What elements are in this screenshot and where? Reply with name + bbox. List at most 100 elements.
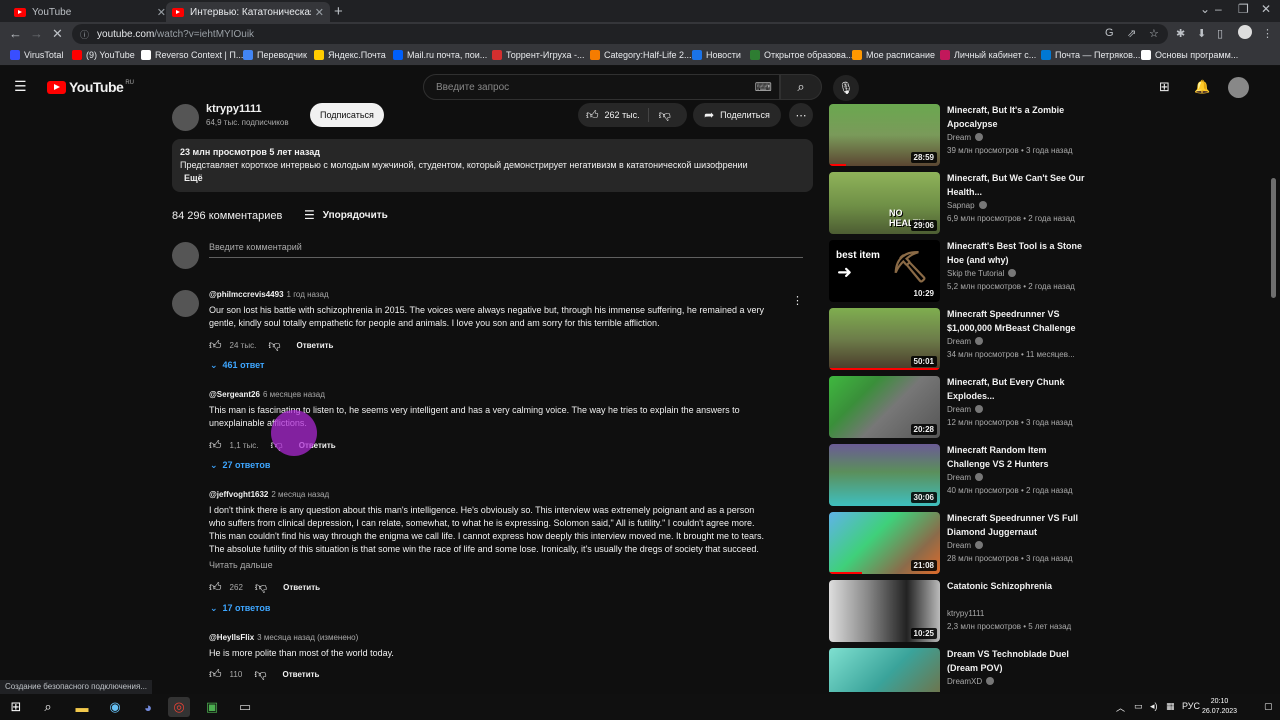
video-thumbnail[interactable] — [829, 648, 940, 692]
page-scrollbar[interactable] — [1271, 178, 1276, 298]
video-thumbnail[interactable]: best item ➜ ⛏ 10:29 — [829, 240, 940, 302]
profile-avatar[interactable] — [1238, 25, 1252, 39]
comment-time[interactable]: 6 месяцев назад — [263, 390, 325, 399]
video-title[interactable]: Minecraft, But It's a Zombie Apocalypse — [947, 104, 1087, 131]
read-more-link[interactable]: Читать дальше — [209, 560, 273, 570]
discord-icon[interactable]: ◕ — [137, 697, 159, 717]
bookmark-item[interactable]: Личный кабинет с... — [940, 50, 1036, 60]
video-channel[interactable]: Skip the Tutorial — [947, 269, 1017, 278]
new-tab-button[interactable]: + — [334, 3, 343, 20]
bookmark-item[interactable]: Новости — [692, 50, 741, 60]
recommended-video[interactable]: 30:06 Minecraft Random Item Challenge VS… — [829, 444, 1279, 506]
bookmark-item[interactable]: Category:Half-Life 2... — [590, 50, 692, 60]
guide-menu-icon[interactable]: ☰ — [14, 78, 27, 95]
add-comment-input[interactable]: Введите комментарий — [209, 242, 803, 258]
video-thumbnail[interactable]: 21:08 — [829, 512, 940, 574]
comment-menu-icon[interactable]: ⋮ — [792, 294, 803, 307]
view-replies-button[interactable]: ⌄ 27 ответов — [210, 460, 270, 471]
comment-avatar[interactable] — [172, 290, 199, 317]
video-title[interactable]: Minecraft, But We Can't See Our Health..… — [947, 172, 1087, 199]
recommended-video[interactable]: 50:01 Minecraft Speedrunner VS $1,000,00… — [829, 308, 1279, 370]
thumbs-up-icon[interactable]: 👍︎ — [209, 438, 222, 453]
video-title[interactable]: Minecraft Random Item Challenge VS 2 Hun… — [947, 444, 1087, 471]
reply-button[interactable]: Ответить — [283, 583, 320, 592]
share-page-icon[interactable]: ⇗ — [1127, 27, 1136, 40]
notifications-bell-icon[interactable]: 🔔 — [1194, 79, 1210, 95]
keyboard-icon[interactable]: ⌨ — [755, 80, 772, 94]
video-channel[interactable]: ktrypy1111 — [947, 609, 984, 618]
recommended-video[interactable]: 20:28 Minecraft, But Every Chunk Explode… — [829, 376, 1279, 438]
tray-overflow-icon[interactable]: ︿ — [1116, 701, 1125, 714]
recommended-video[interactable]: NO HEALTH 29:06 Minecraft, But We Can't … — [829, 172, 1279, 234]
youtube-logo[interactable]: YouTube RU — [47, 79, 134, 95]
back-button[interactable]: ← — [9, 26, 22, 41]
network-icon[interactable]: ▭ — [1134, 701, 1143, 712]
thumbs-up-icon[interactable]: 👍︎ — [209, 338, 222, 353]
video-thumbnail[interactable]: 20:28 — [829, 376, 940, 438]
video-title[interactable]: Minecraft Speedrunner VS Full Diamond Ju… — [947, 512, 1087, 539]
video-title[interactable]: Catatonic Schizophrenia — [947, 580, 1087, 594]
keyboard-layout-icon[interactable]: ▦ — [1166, 701, 1175, 712]
video-thumbnail[interactable]: NO HEALTH 29:06 — [829, 172, 940, 234]
comment-time[interactable]: 2 месяца назад — [271, 490, 329, 499]
video-thumbnail[interactable]: 10:25 — [829, 580, 940, 642]
bookmark-item[interactable]: Торрент-Игруха -... — [492, 50, 584, 60]
show-more-link[interactable]: Ещё — [180, 172, 805, 185]
bookmark-item[interactable]: Основы программ... — [1141, 50, 1238, 60]
input-language[interactable]: РУС — [1182, 701, 1200, 711]
comment-author[interactable]: @Sergeant26 — [209, 390, 260, 399]
create-video-icon[interactable]: ⊞ — [1159, 79, 1170, 95]
video-title[interactable]: Dream VS Technoblade Duel (Dream POV) — [947, 648, 1087, 675]
comment-time[interactable]: 3 месяца назад (изменено) — [257, 633, 358, 642]
bookmark-item[interactable]: (9) YouTube — [72, 50, 135, 60]
site-info-icon[interactable]: ⓘ — [80, 28, 89, 41]
forward-button[interactable]: → — [30, 26, 43, 41]
recommended-video[interactable]: 10:25 Catatonic Schizophrenia ktrypy1111… — [829, 580, 1279, 642]
comment-author[interactable]: @philmccrevis4493 — [209, 290, 284, 299]
recommended-video[interactable]: best item ➜ ⛏ 10:29 Minecraft's Best Too… — [829, 240, 1279, 302]
comment-author[interactable]: @jeffvoght1632 — [209, 490, 268, 499]
channel-name[interactable]: ktrypy1111 — [206, 103, 262, 115]
comment-time[interactable]: 1 год назад — [287, 290, 329, 299]
more-actions-button[interactable]: ⋯ — [789, 103, 813, 127]
view-replies-button[interactable]: ⌄ 461 ответ — [210, 360, 264, 371]
side-panel-icon[interactable]: ▯ — [1217, 27, 1223, 40]
video-thumbnail[interactable]: 28:59 — [829, 104, 940, 166]
maximize-button[interactable]: ❐ — [1238, 2, 1249, 16]
like-button[interactable]: 👍︎ 262 тыс. — [578, 108, 649, 122]
video-thumbnail[interactable]: 30:06 — [829, 444, 940, 506]
recommended-video[interactable]: 21:08 Minecraft Speedrunner VS Full Diam… — [829, 512, 1279, 574]
video-title[interactable]: Minecraft Speedrunner VS $1,000,000 MrBe… — [947, 308, 1087, 335]
video-channel[interactable]: Dream — [947, 473, 984, 482]
system-clock[interactable]: 20:10 26.07.2023 — [1202, 697, 1237, 717]
browser-menu-icon[interactable]: ⋮ — [1262, 27, 1273, 40]
view-replies-button[interactable]: ⌄ 17 ответов — [210, 603, 270, 614]
search-button[interactable]: ⌕ — [780, 74, 822, 100]
extensions-icon[interactable]: ✱ — [1176, 27, 1185, 40]
pycharm-icon[interactable]: ▣ — [201, 697, 223, 717]
thumbs-up-icon[interactable]: 👍︎ — [209, 667, 222, 682]
thumbs-up-icon[interactable]: 👍︎ — [209, 580, 222, 595]
thumbs-down-icon[interactable]: 👎︎ — [268, 338, 280, 353]
video-channel[interactable]: Dream — [947, 405, 984, 414]
search-input[interactable]: Введите запрос ⌨ — [423, 74, 780, 100]
video-channel[interactable]: Dream — [947, 541, 984, 550]
tab-search-icon[interactable]: ⌄ — [1200, 2, 1210, 16]
app-window-icon[interactable]: ▭ — [234, 697, 256, 717]
video-description-box[interactable]: 23 млн просмотров 5 лет назад Представля… — [172, 139, 813, 192]
bookmark-item[interactable]: Открытое образова... — [750, 50, 853, 60]
search-icon[interactable]: ⌕ — [37, 697, 59, 717]
recommended-video[interactable]: Dream VS Technoblade Duel (Dream POV) Dr… — [829, 648, 1279, 692]
video-title[interactable]: Minecraft, But Every Chunk Explodes... — [947, 376, 1087, 403]
windows-start-icon[interactable]: ⊞ — [5, 697, 27, 717]
reply-button[interactable]: Ответить — [297, 341, 334, 350]
chrome-icon[interactable]: ◎ — [168, 697, 190, 717]
tab-close-icon[interactable]: ✕ — [315, 6, 324, 19]
google-icon[interactable]: G — [1105, 27, 1114, 39]
download-icon[interactable]: ⬇ — [1197, 27, 1206, 40]
account-avatar[interactable] — [1228, 77, 1249, 98]
comment-author[interactable]: @HeyllsFlix — [209, 633, 254, 642]
bookmark-item[interactable]: Мое расписание — [852, 50, 935, 60]
bookmark-item[interactable]: Яндекс.Почта — [314, 50, 386, 60]
subscribe-button[interactable]: Подписаться — [310, 103, 384, 127]
